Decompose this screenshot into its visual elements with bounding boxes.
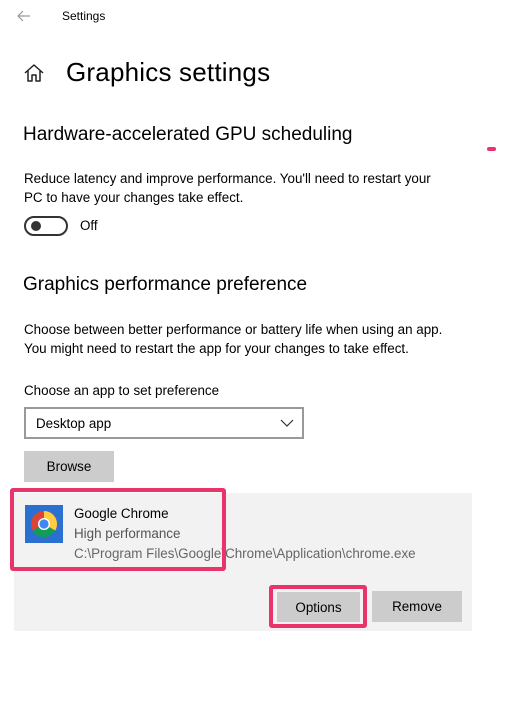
gpu-scheduling-description-line2: PC to have your changes take effect. — [24, 190, 244, 205]
performance-preference-description-line2: You might need to restart the app for yo… — [24, 341, 409, 356]
chevron-down-icon — [280, 416, 294, 430]
remove-button[interactable]: Remove — [372, 591, 462, 622]
choose-app-label: Choose an app to set preference — [24, 383, 220, 398]
red-marker — [487, 147, 496, 151]
toggle-knob — [31, 221, 41, 231]
app-type-dropdown[interactable]: Desktop app — [24, 407, 304, 439]
performance-preference-title: Graphics performance preference — [23, 274, 308, 295]
gpu-scheduling-description-line1: Reduce latency and improve performance. … — [24, 171, 431, 186]
gpu-scheduling-title: Hardware-accelerated GPU scheduling — [23, 124, 353, 145]
options-highlight-box — [269, 585, 367, 628]
toggle-state-label: Off — [80, 218, 98, 233]
home-icon — [22, 61, 46, 85]
window-title: Settings — [62, 9, 106, 23]
page-title: Graphics settings — [66, 57, 271, 87]
dropdown-value: Desktop app — [36, 416, 112, 431]
browse-button[interactable]: Browse — [24, 451, 114, 482]
gpu-scheduling-toggle[interactable] — [24, 216, 68, 236]
performance-preference-description-line1: Choose between better performance or bat… — [24, 322, 443, 337]
app-highlight-box — [10, 488, 226, 571]
back-arrow-icon[interactable] — [14, 6, 34, 26]
